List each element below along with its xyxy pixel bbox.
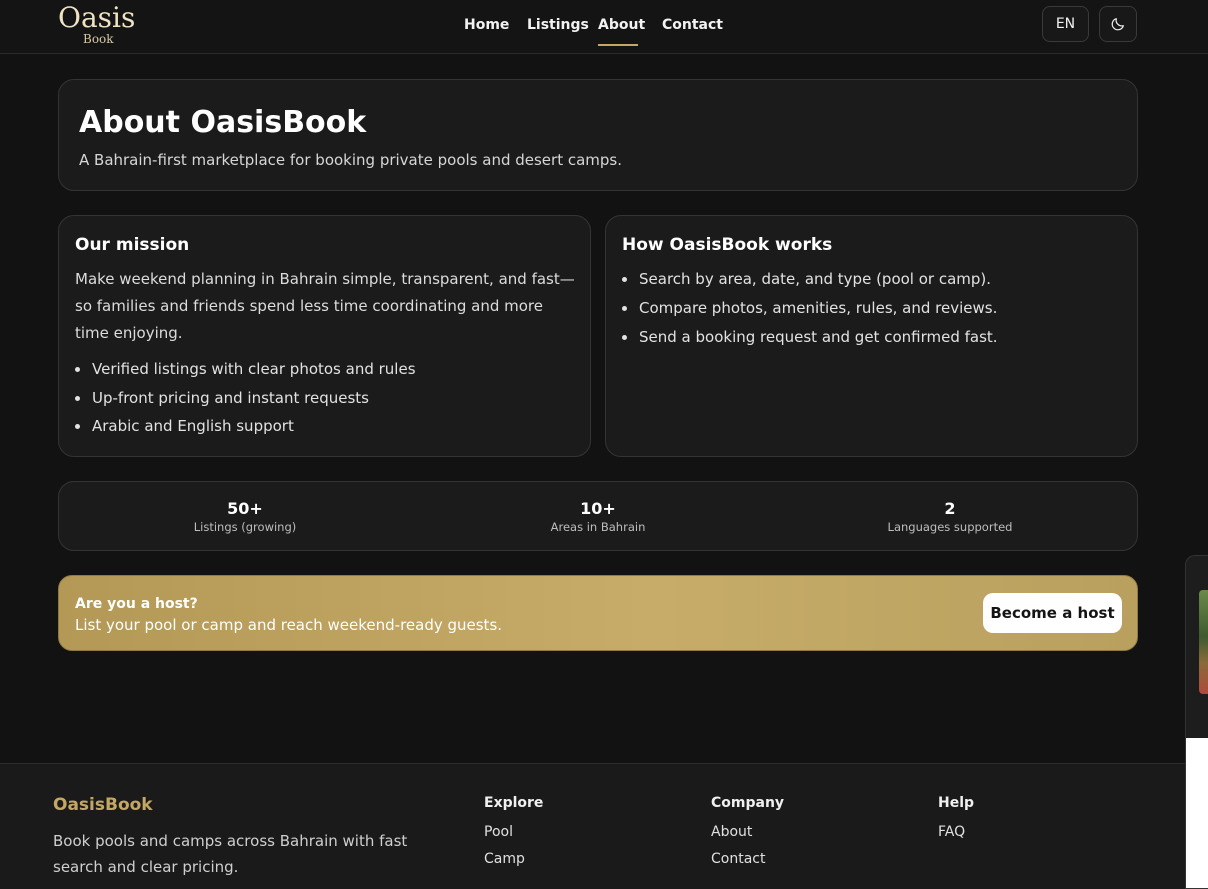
mission-heading: Our mission — [75, 235, 190, 255]
about-hero-card: About OasisBook A Bahrain-first marketpl… — [58, 79, 1138, 191]
theme-toggle-button[interactable] — [1099, 6, 1137, 42]
footer-link-pool[interactable]: Pool — [484, 823, 513, 841]
stat-value: 50+ — [227, 499, 263, 518]
stat-languages: 2 Languages supported — [840, 498, 1060, 534]
how-it-works-card: How OasisBook works Search by area, date… — [605, 215, 1138, 457]
footer-brand: OasisBook — [53, 795, 153, 815]
widget-thumbnail — [1199, 590, 1208, 694]
list-item: Arabic and English support — [75, 416, 416, 436]
stat-label: Languages supported — [887, 520, 1013, 534]
stat-label: Areas in Bahrain — [550, 520, 646, 534]
footer-link-about[interactable]: About — [711, 823, 752, 841]
host-question: Are you a host? — [75, 596, 198, 612]
nav-link-home[interactable]: Home — [464, 16, 509, 34]
page-subtitle: A Bahrain-first marketplace for booking … — [79, 151, 623, 169]
site-logo[interactable]: Oasis Book — [58, 2, 148, 48]
list-item: Up-front pricing and instant requests — [75, 388, 416, 408]
how-heading: How OasisBook works — [622, 235, 833, 255]
stat-value: 2 — [944, 499, 956, 518]
become-host-button[interactable]: Become a host — [983, 593, 1122, 633]
become-host-banner: Are you a host? List your pool or camp a… — [58, 575, 1138, 651]
list-item: Compare photos, amenities, rules, and re… — [622, 298, 998, 318]
footer-link-contact[interactable]: Contact — [711, 850, 765, 868]
footer-heading-company: Company — [711, 795, 785, 811]
floating-side-widget[interactable] — [1185, 555, 1208, 889]
logo-wordmark: Oasis — [58, 1, 136, 34]
footer-link-camp[interactable]: Camp — [484, 850, 525, 868]
language-toggle-button[interactable]: EN — [1042, 6, 1089, 42]
active-nav-indicator — [598, 44, 638, 46]
page-title: About OasisBook — [79, 105, 367, 140]
how-steps-list: Search by area, date, and type (pool or … — [622, 269, 998, 347]
nav-link-contact[interactable]: Contact — [662, 16, 723, 34]
stat-areas: 10+ Areas in Bahrain — [488, 498, 708, 534]
stat-label: Listings (growing) — [193, 520, 297, 534]
mission-text: Make weekend planning in Bahrain simple,… — [75, 270, 575, 342]
footer-heading-explore: Explore — [484, 795, 544, 811]
nav-link-listings[interactable]: Listings — [527, 16, 589, 34]
moon-icon — [1111, 18, 1124, 31]
list-item: Verified listings with clear photos and … — [75, 359, 416, 379]
top-navigation-bar: Oasis Book Home Listings About Contact E… — [0, 0, 1208, 54]
host-text: List your pool or camp and reach weekend… — [75, 616, 503, 634]
footer-link-faq[interactable]: FAQ — [938, 823, 965, 841]
widget-panel — [1186, 738, 1208, 888]
nav-link-about[interactable]: About — [598, 16, 645, 34]
footer-heading-help: Help — [938, 795, 975, 811]
language-label: EN — [1055, 16, 1076, 32]
site-footer: OasisBook Book pools and camps across Ba… — [0, 763, 1208, 889]
list-item: Send a booking request and get confirmed… — [622, 327, 998, 347]
list-item: Search by area, date, and type (pool or … — [622, 269, 998, 289]
stat-value: 10+ — [580, 499, 616, 518]
mission-points-list: Verified listings with clear photos and … — [75, 359, 416, 436]
mission-card: Our mission Make weekend planning in Bah… — [58, 215, 591, 457]
stat-listings: 50+ Listings (growing) — [135, 498, 355, 534]
stats-card: 50+ Listings (growing) 10+ Areas in Bahr… — [58, 481, 1138, 551]
footer-description: Book pools and camps across Bahrain with… — [53, 832, 408, 876]
logo-subtext: Book — [83, 32, 114, 46]
